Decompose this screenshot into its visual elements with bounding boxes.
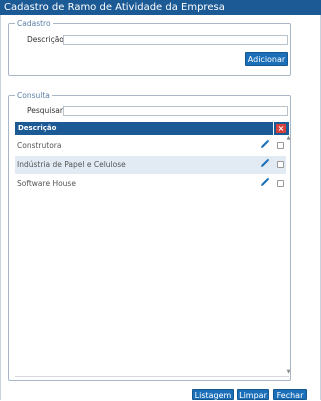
scroll-down-icon[interactable]: ▼ [286, 369, 291, 375]
pesquisar-label: Pesquisar: [27, 106, 66, 115]
pencil-icon[interactable] [260, 139, 270, 149]
row-checkbox[interactable] [277, 142, 284, 149]
add-button[interactable]: Adicionar [245, 52, 288, 66]
cadastro-group: Cadastro [8, 18, 291, 76]
descricao-label: Descrição: [27, 35, 67, 44]
limpar-button[interactable]: Limpar [237, 389, 269, 400]
descricao-input[interactable] [63, 35, 288, 45]
grid-header-divider [273, 122, 274, 135]
grid-header: Descrição [15, 122, 289, 135]
consulta-legend: Consulta [15, 90, 52, 101]
window-title: Cadastro de Ramo de Atividade da Empresa [0, 0, 321, 15]
cadastro-legend: Cadastro [15, 18, 53, 29]
grid-body: Construtora Indústria de Papel e Celulos… [15, 135, 289, 377]
row-descricao: Construtora [17, 141, 62, 150]
grid-header-descricao[interactable]: Descrição [18, 122, 56, 135]
row-descricao: Indústria de Papel e Celulose [17, 160, 126, 169]
scroll-up-icon[interactable]: ▲ [286, 135, 291, 141]
grid-scrollbar[interactable]: ▲ ▼ [286, 135, 291, 375]
row-checkbox[interactable] [277, 180, 284, 187]
pencil-icon[interactable] [260, 177, 270, 187]
pesquisar-input[interactable] [63, 106, 288, 116]
fechar-button[interactable]: Fechar [273, 389, 307, 400]
pencil-icon[interactable] [260, 158, 270, 168]
close-icon[interactable]: × [276, 124, 286, 133]
listagem-button[interactable]: Listagem [192, 389, 234, 400]
table-row[interactable]: Construtora [15, 137, 286, 155]
row-descricao: Software House [17, 179, 76, 188]
table-row[interactable]: Software House [15, 175, 286, 193]
table-row[interactable]: Indústria de Papel e Celulose [15, 156, 286, 174]
row-checkbox[interactable] [277, 161, 284, 168]
